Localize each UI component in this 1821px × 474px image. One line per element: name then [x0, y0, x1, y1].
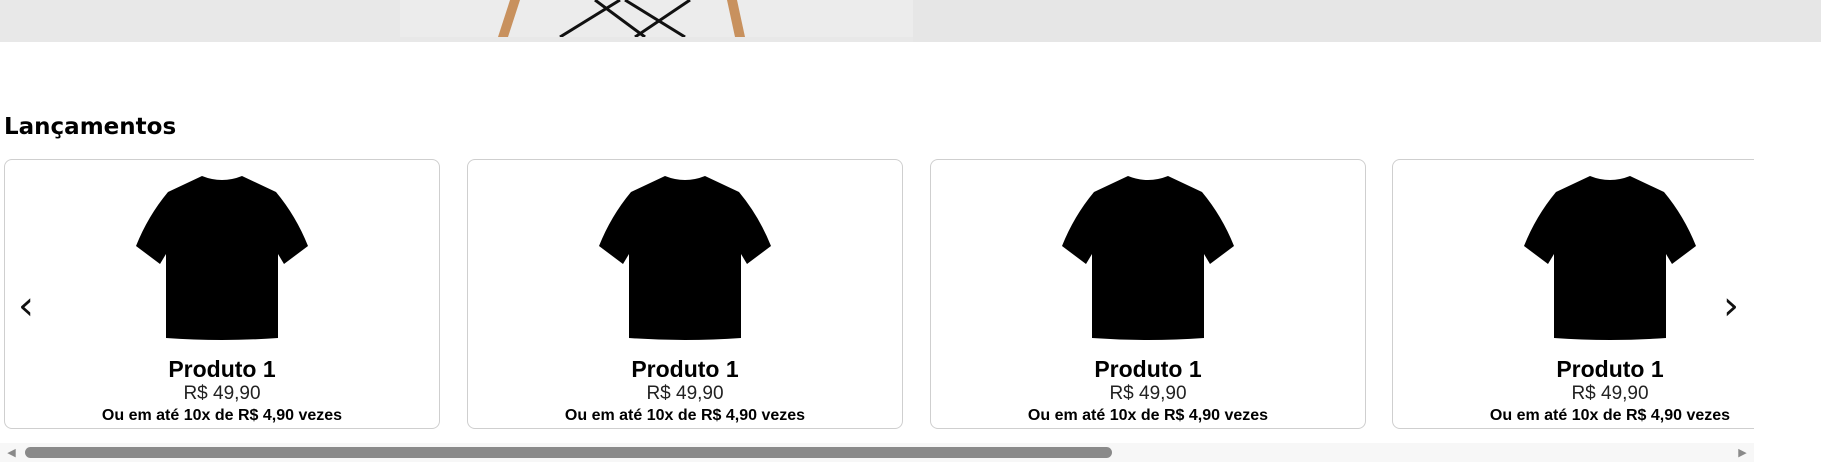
tshirt-icon[interactable]: [1062, 172, 1234, 342]
product-card[interactable]: Produto 1 R$ 49,90 Ou em até 10x de R$ 4…: [1392, 159, 1754, 429]
product-price: R$ 49,90: [1571, 383, 1649, 404]
product-card[interactable]: Produto 1 R$ 49,90 Ou em até 10x de R$ 4…: [930, 159, 1366, 429]
chevron-right-icon: ›: [1723, 283, 1739, 329]
product-card[interactable]: Produto 1 R$ 49,90 Ou em até 10x de R$ 4…: [4, 159, 440, 429]
scroll-left-icon[interactable]: ◀: [3, 443, 20, 462]
product-name[interactable]: Produto 1: [931, 356, 1365, 383]
hero-right-panel: [913, 0, 1821, 42]
carousel-next-button[interactable]: ›: [1711, 281, 1751, 331]
product-installments: Ou em até 10x de R$ 4,90 vezes: [101, 407, 343, 424]
product-name[interactable]: Produto 1: [468, 356, 902, 383]
tshirt-icon[interactable]: [136, 172, 308, 342]
product-installments: Ou em até 10x de R$ 4,90 vezes: [1027, 407, 1269, 424]
product-name[interactable]: Produto 1: [1393, 356, 1754, 383]
scroll-right-icon[interactable]: ▶: [1734, 443, 1751, 462]
chair-legs-graphic: [400, 0, 913, 37]
hero-banner-strip: [0, 0, 1821, 42]
tshirt-icon[interactable]: [1524, 172, 1696, 342]
scrollbar-thumb[interactable]: [25, 447, 1112, 458]
product-installments: Ou em até 10x de R$ 4,90 vezes: [1489, 407, 1731, 424]
chevron-left-icon: ‹: [18, 283, 34, 329]
section-title: Lançamentos: [4, 114, 177, 140]
product-price: R$ 49,90: [183, 383, 261, 404]
horizontal-scrollbar[interactable]: ◀ ▶: [0, 443, 1754, 462]
carousel-prev-button[interactable]: ‹: [6, 281, 46, 331]
product-carousel[interactable]: Produto 1 R$ 49,90 Ou em até 10x de R$ 4…: [0, 150, 1754, 463]
tshirt-icon[interactable]: [599, 172, 771, 342]
product-name[interactable]: Produto 1: [5, 356, 439, 383]
product-price: R$ 49,90: [1109, 383, 1187, 404]
product-installments: Ou em até 10x de R$ 4,90 vezes: [564, 407, 806, 424]
product-card[interactable]: Produto 1 R$ 49,90 Ou em até 10x de R$ 4…: [467, 159, 903, 429]
product-price: R$ 49,90: [646, 383, 724, 404]
